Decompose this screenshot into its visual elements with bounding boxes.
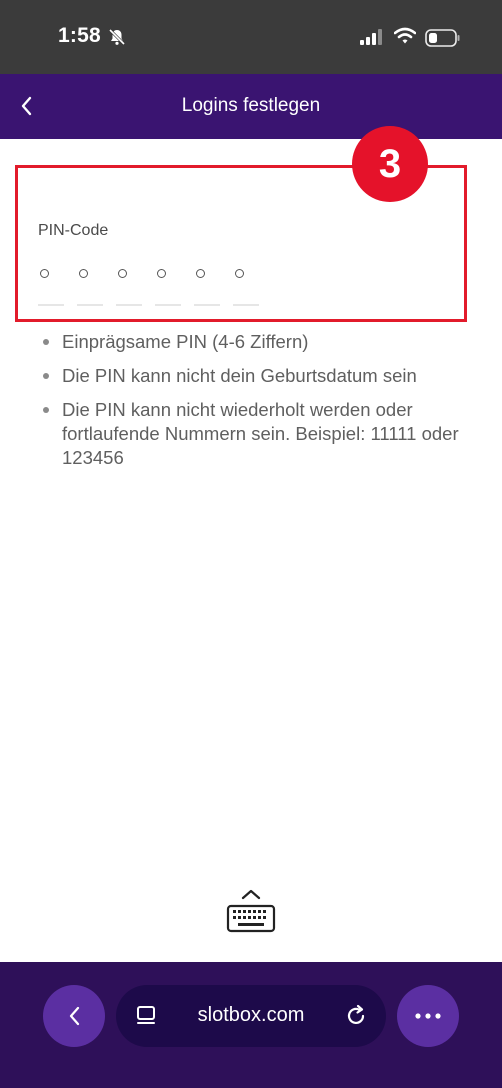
status-time: 1:58	[58, 24, 101, 47]
pin-digit-slot[interactable]	[155, 266, 194, 308]
status-bar: 1:58	[0, 0, 502, 74]
pin-rule: Die PIN kann nicht dein Geburtsdatum sei…	[40, 364, 470, 388]
wifi-icon	[393, 27, 417, 50]
keyboard-toggle-button[interactable]	[226, 889, 276, 938]
pin-rules-list: Einprägsame PIN (4-6 Ziffern) Die PIN ka…	[40, 330, 470, 480]
step-badge: 3	[352, 126, 428, 202]
nav-bar: Logins festlegen	[0, 74, 502, 139]
more-icon	[415, 1013, 441, 1019]
keyboard-icon	[226, 889, 276, 933]
signal-icon	[360, 29, 384, 50]
chevron-left-icon	[69, 1006, 80, 1026]
pin-label: PIN-Code	[38, 222, 109, 239]
bell-slash-icon	[108, 28, 126, 51]
pin-rule: Die PIN kann nicht wiederholt werden ode…	[40, 398, 470, 470]
battery-icon	[425, 29, 461, 52]
address-bar[interactable]: slotbox.com	[116, 985, 386, 1047]
pin-digit-slot[interactable]	[194, 266, 233, 308]
browser-back-button[interactable]	[43, 985, 105, 1047]
more-button[interactable]	[397, 985, 459, 1047]
pin-digit-slot[interactable]	[116, 266, 155, 308]
pin-digit-slot[interactable]	[77, 266, 116, 308]
pin-rule: Einprägsame PIN (4-6 Ziffern)	[40, 330, 470, 354]
page-title: Logins festlegen	[181, 95, 321, 116]
pin-input[interactable]	[38, 266, 272, 308]
pin-digit-slot[interactable]	[38, 266, 77, 308]
reload-icon[interactable]	[344, 1004, 368, 1033]
pin-digit-slot[interactable]	[233, 266, 272, 308]
